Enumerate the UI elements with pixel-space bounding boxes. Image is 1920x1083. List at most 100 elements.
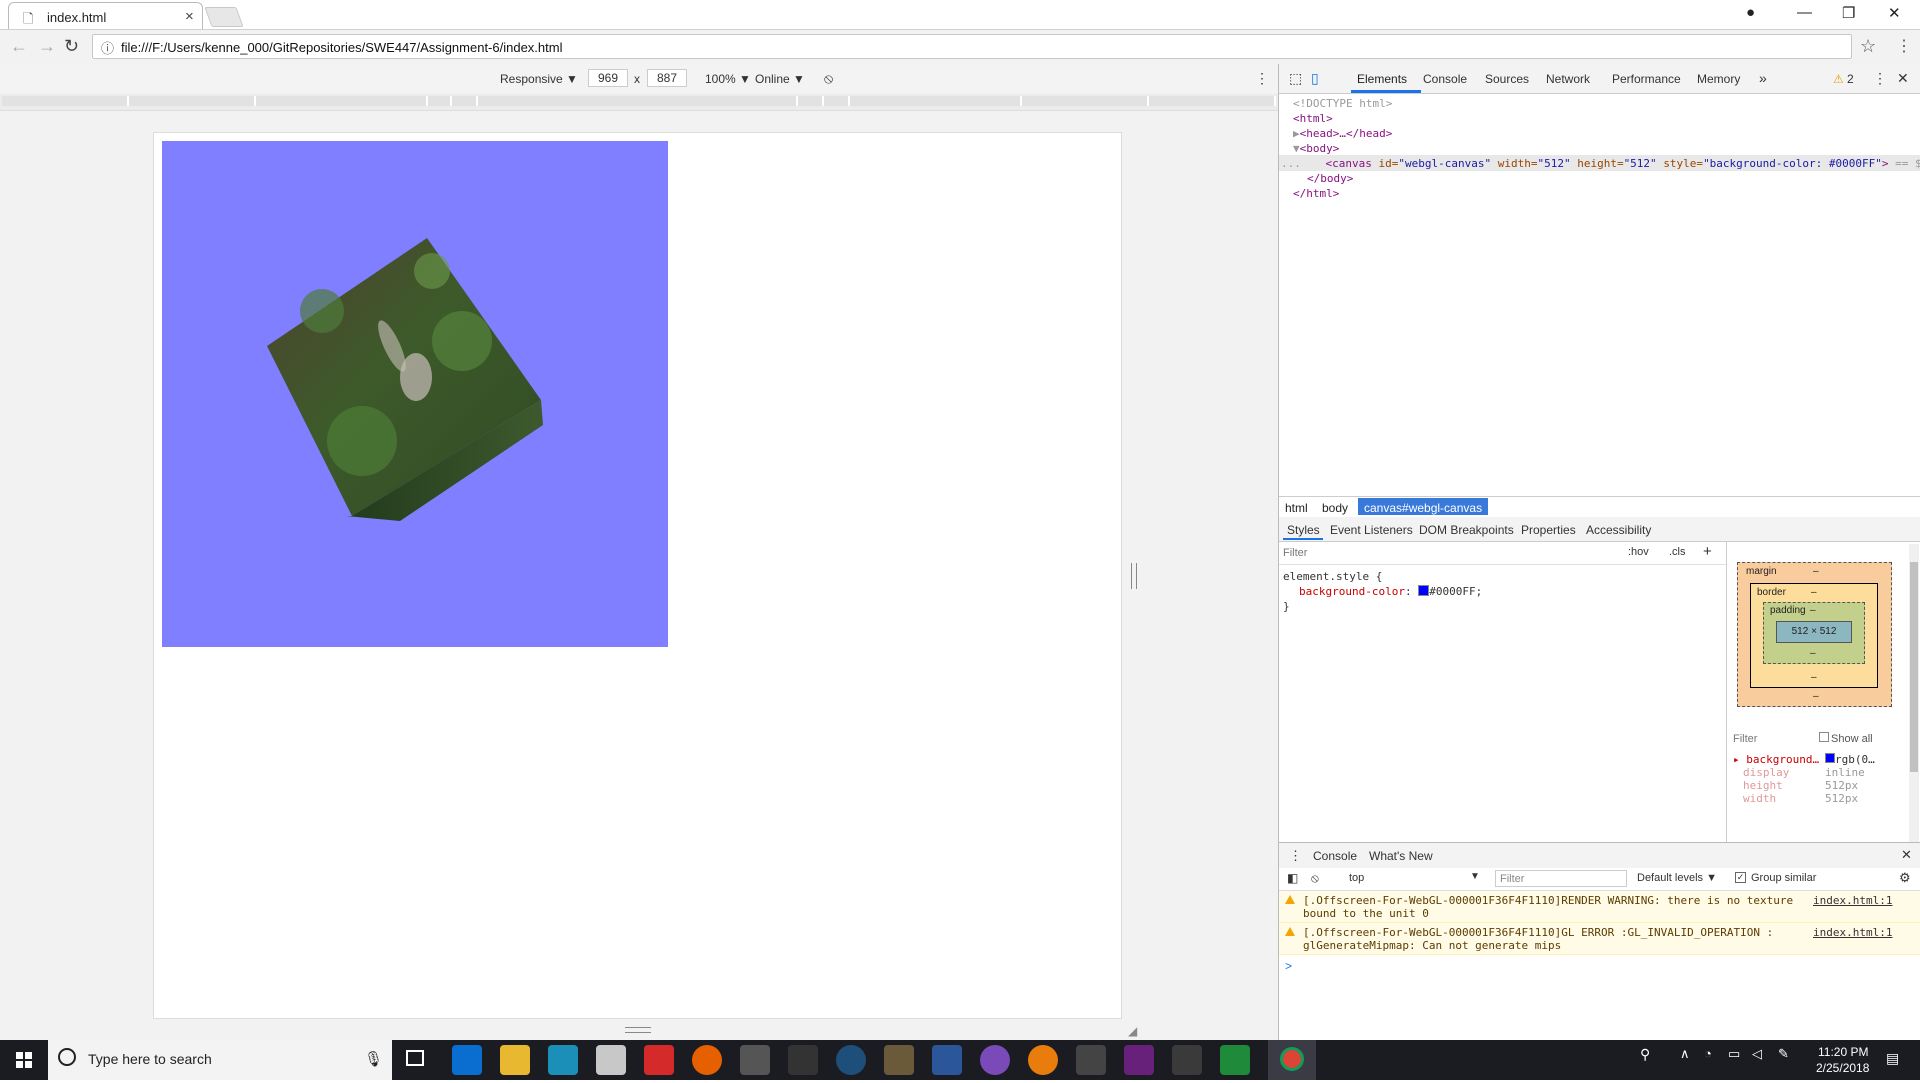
info-icon[interactable]: ⓘ (101, 38, 114, 57)
console-sidebar-icon[interactable]: ◧ (1287, 871, 1298, 885)
new-tab-button[interactable] (204, 7, 244, 27)
dom-head-node[interactable]: ▶<head>…</head> (1293, 126, 1392, 141)
padding-bottom-value[interactable]: – (1810, 648, 1816, 659)
media-query-segment[interactable] (129, 96, 256, 106)
dom-body-node[interactable]: ▼<body> (1293, 141, 1339, 156)
warning-count[interactable]: 2 (1847, 72, 1854, 86)
dom-canvas-node[interactable]: ... <canvas id="webgl-canvas" width="512… (1281, 156, 1920, 171)
styles-filter-input[interactable]: Filter (1283, 547, 1307, 559)
blender-icon[interactable] (1028, 1045, 1058, 1075)
app-icon[interactable] (980, 1045, 1010, 1075)
console-filter-input[interactable]: Filter (1495, 870, 1627, 887)
dom-ellipsis[interactable]: ... (1281, 157, 1301, 170)
close-window-icon[interactable]: ✕ (1888, 4, 1901, 22)
start-button[interactable] (0, 1040, 48, 1080)
devtools-menu-icon[interactable]: ⋮ (1873, 70, 1887, 87)
app-icon[interactable] (548, 1045, 578, 1075)
restore-icon[interactable]: ❐ (1842, 4, 1855, 22)
tab-close-icon[interactable]: × (185, 8, 194, 25)
subtab-properties[interactable]: Properties (1521, 523, 1576, 537)
drawer-close-icon[interactable]: ✕ (1901, 847, 1912, 863)
pen-icon[interactable]: ✎ (1778, 1046, 1789, 1062)
border-bottom-value[interactable]: – (1811, 672, 1817, 683)
computed-prop-height[interactable]: height (1743, 779, 1783, 792)
show-all-checkbox[interactable] (1819, 732, 1829, 742)
file-explorer-icon[interactable] (500, 1045, 530, 1075)
media-query-segment[interactable] (824, 96, 850, 106)
hov-toggle[interactable]: :hov (1628, 546, 1649, 558)
style-declaration[interactable]: background-color: #0000FF; (1299, 585, 1482, 598)
new-rule-button[interactable]: + (1703, 543, 1712, 560)
reload-icon[interactable]: ↻ (64, 36, 79, 57)
console-settings-gear-icon[interactable]: ⚙ (1899, 870, 1911, 886)
edge-icon[interactable] (452, 1045, 482, 1075)
console-message-source[interactable]: index.html:1 (1813, 894, 1892, 907)
media-query-segment[interactable] (798, 96, 824, 106)
app-icon[interactable] (596, 1045, 626, 1075)
computed-row-prop[interactable]: ▸ background… (1733, 753, 1819, 766)
tab-console[interactable]: Console (1423, 72, 1467, 86)
network-throttle-select[interactable]: Online ▼ (755, 72, 805, 86)
group-similar-checkbox[interactable]: ✓ (1735, 872, 1746, 883)
margin-bottom-value[interactable]: – (1813, 691, 1819, 702)
cls-toggle[interactable]: .cls (1669, 546, 1686, 558)
battery-icon[interactable]: ▭ (1728, 1046, 1740, 1062)
task-view-icon[interactable] (406, 1050, 424, 1066)
notifications-icon[interactable]: ▤ (1886, 1050, 1899, 1067)
tab-memory[interactable]: Memory (1697, 72, 1740, 86)
epic-games-icon[interactable] (788, 1045, 818, 1075)
box-model-content[interactable]: 512 × 512 (1776, 621, 1852, 643)
back-icon[interactable]: ← (10, 36, 28, 57)
dom-html-close[interactable]: </html> (1293, 186, 1339, 201)
box-model-border[interactable]: border – – padding – – 512 × 512 (1750, 583, 1878, 688)
volume-icon[interactable]: ◁ (1752, 1046, 1762, 1062)
breadcrumb-body[interactable]: body (1322, 501, 1348, 515)
viewport-width-input[interactable]: 969 (588, 69, 628, 87)
more-tabs-icon[interactable]: » (1759, 70, 1767, 86)
rotate-icon[interactable]: ⦸ (824, 70, 833, 87)
tab-performance[interactable]: Performance (1612, 72, 1681, 86)
bookmark-star-icon[interactable]: ☆ (1860, 36, 1876, 57)
minimize-icon[interactable]: — (1797, 4, 1812, 21)
border-top-value[interactable]: – (1811, 587, 1817, 598)
media-query-segment[interactable] (256, 96, 428, 106)
dom-html-open[interactable]: <html> (1293, 111, 1333, 126)
clock-date[interactable]: 2/25/2018 (1816, 1061, 1869, 1075)
dom-body-close[interactable]: </body> (1307, 171, 1353, 186)
subtab-accessibility[interactable]: Accessibility (1586, 523, 1651, 537)
browser-menu-icon[interactable]: ⋮ (1896, 36, 1912, 56)
device-mode-select[interactable]: Responsive ▼ (500, 72, 578, 86)
media-query-segment[interactable] (478, 96, 798, 106)
color-swatch[interactable] (1418, 585, 1430, 596)
zoom-select[interactable]: 100% ▼ (705, 72, 751, 86)
padding-top-value[interactable]: – (1810, 605, 1816, 616)
viewport-resize-handle-bottom[interactable] (625, 1027, 651, 1033)
drawer-tab-console[interactable]: Console (1313, 849, 1357, 863)
unity-icon[interactable] (1076, 1045, 1106, 1075)
style-property[interactable]: background-color (1299, 585, 1405, 598)
tab-elements[interactable]: Elements (1357, 72, 1407, 86)
devtools-close-icon[interactable]: ✕ (1897, 70, 1909, 87)
box-model-padding[interactable]: padding – – 512 × 512 (1763, 602, 1865, 664)
webgl-canvas[interactable] (162, 141, 668, 647)
tab-network[interactable]: Network (1546, 72, 1590, 86)
device-options-icon[interactable]: ⋮ (1255, 70, 1269, 87)
address-bar[interactable]: ⓘ file:///F:/Users/kenne_000/GitReposito… (92, 34, 1852, 59)
breadcrumb-canvas[interactable]: canvas#webgl-canvas (1364, 501, 1482, 515)
subtab-dom-breakpoints[interactable]: DOM Breakpoints (1419, 523, 1514, 537)
collapse-triangle-icon[interactable]: ▼ (1293, 142, 1300, 155)
media-query-segment[interactable] (452, 96, 478, 106)
subtab-styles[interactable]: Styles (1287, 523, 1320, 537)
clock-time[interactable]: 11:20 PM (1818, 1045, 1868, 1059)
tab-sources[interactable]: Sources (1485, 72, 1529, 86)
console-prompt[interactable]: > (1285, 959, 1292, 973)
viewport-height-input[interactable]: 887 (647, 69, 687, 87)
media-query-segment[interactable] (428, 96, 452, 106)
steam-icon[interactable] (836, 1045, 866, 1075)
network-icon[interactable]: ◔ (1704, 1046, 1712, 1061)
app-icon[interactable] (884, 1045, 914, 1075)
dom-doctype[interactable]: <!DOCTYPE html> (1293, 96, 1392, 111)
style-value[interactable]: #0000FF; (1429, 585, 1482, 598)
media-query-segment[interactable] (1149, 96, 1276, 106)
app-icon[interactable] (1172, 1045, 1202, 1075)
